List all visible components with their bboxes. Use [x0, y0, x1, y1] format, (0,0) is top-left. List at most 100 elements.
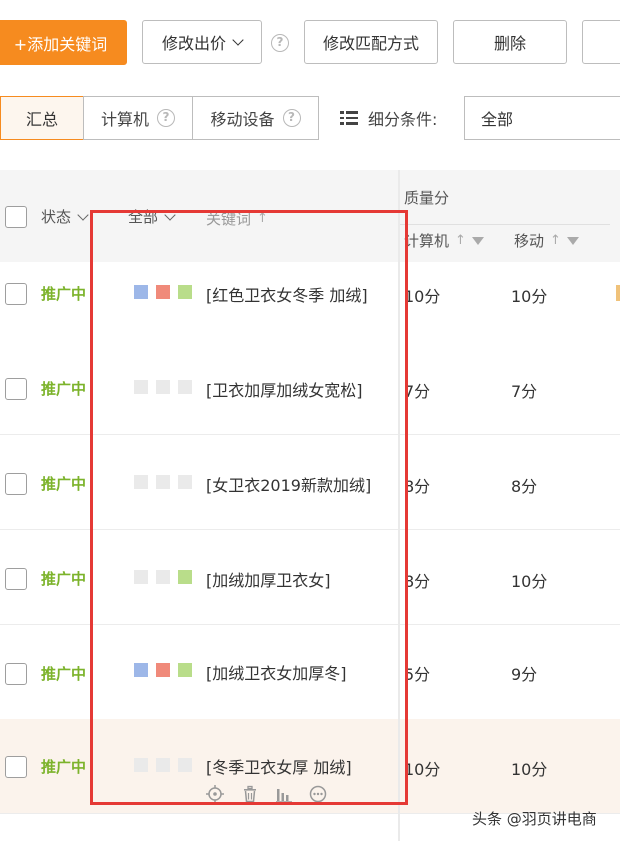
mobile-indicator-dot — [156, 663, 170, 677]
chevron-down-icon — [164, 208, 176, 221]
modify-match-label: 修改匹配方式 — [322, 34, 419, 53]
mobile-indicator-dot — [156, 475, 170, 489]
target-icon[interactable] — [206, 785, 224, 807]
keyword-text[interactable]: [女卫衣2019新款加绒] — [206, 472, 371, 496]
filter-funnel-icon[interactable] — [471, 236, 484, 245]
help-icon[interactable]: ? — [282, 109, 301, 127]
add-keyword-label: +添加关键词 — [13, 34, 108, 54]
match-indicator-dot — [178, 380, 192, 394]
mobile-quality-score: 7分 — [511, 382, 538, 401]
keyword-text[interactable]: [加绒加厚卫衣女] — [206, 567, 331, 591]
add-keyword-button[interactable]: +添加关键词 — [0, 20, 127, 65]
help-icon[interactable]: ? — [157, 109, 175, 127]
mobile-indicator-dot — [156, 758, 170, 772]
filter-label-text: 细分条件: — [368, 110, 438, 129]
tab-mobile-label: 移动设备 — [210, 110, 275, 129]
pc-quality-score: 8分 — [404, 572, 431, 591]
pc-quality-score: 7分 — [404, 382, 431, 401]
keyword-text[interactable]: [冬季卫衣女厚 加绒] — [206, 754, 352, 778]
tab-summary[interactable]: 汇总 — [0, 96, 84, 140]
more-icon[interactable] — [309, 785, 327, 807]
row-checkbox[interactable] — [5, 756, 27, 778]
all-filter-label: 全部 — [128, 208, 159, 226]
match-indicator-dot — [178, 663, 192, 677]
quality-header-label: 质量分 — [404, 189, 450, 207]
delete-label: 删除 — [493, 34, 526, 53]
mobile-quality-header[interactable]: 移动 ↑ — [514, 230, 579, 251]
quality-header-divider — [400, 224, 610, 225]
mobile-indicator-dot — [156, 285, 170, 299]
filter-select-value: 全部 — [481, 110, 514, 129]
modify-bid-button[interactable]: 修改出价 — [142, 20, 262, 64]
match-indicator-dot — [178, 475, 192, 489]
help-icon[interactable]: ? — [271, 34, 289, 52]
select-all-checkbox[interactable] — [5, 206, 27, 228]
status-badge: 推广中 — [41, 380, 87, 398]
match-indicator-dot — [178, 285, 192, 299]
status-badge: 推广中 — [41, 570, 87, 588]
status-header-label: 状态 — [41, 208, 72, 226]
mobile-quality-label: 移动 — [514, 232, 545, 250]
watermark: 头条 @羽页讲电商 — [472, 810, 597, 828]
pc-indicator-dot — [134, 663, 148, 677]
row-checkbox[interactable] — [5, 283, 27, 305]
filter-select[interactable]: 全部 — [464, 96, 620, 140]
tab-summary-label: 汇总 — [25, 110, 58, 129]
pc-quality-score: 10分 — [404, 287, 441, 306]
keyword-header-label: 关键词 — [206, 210, 252, 228]
sort-up-icon[interactable]: ↑ — [257, 211, 268, 226]
mobile-quality-score: 10分 — [511, 760, 548, 779]
delete-button[interactable]: 删除 — [453, 20, 567, 64]
row-edge-marker — [616, 285, 620, 301]
pc-quality-score: 5分 — [404, 665, 431, 684]
table-row[interactable]: 推广中 [加绒加厚卫衣女] 8分 10分 — [0, 530, 620, 625]
trash-icon[interactable] — [241, 785, 259, 807]
mobile-quality-score: 10分 — [511, 287, 548, 306]
status-badge: 推广中 — [41, 475, 87, 493]
keyword-text[interactable]: [卫衣加厚加绒女宽松] — [206, 377, 363, 401]
status-badge: 推广中 — [41, 665, 87, 683]
match-indicator-dot — [178, 758, 192, 772]
more-button[interactable] — [582, 20, 620, 64]
chevron-down-icon — [77, 208, 89, 221]
sort-up-icon[interactable]: ↑ — [455, 233, 466, 248]
all-filter-header[interactable]: 全部 — [128, 206, 176, 227]
pc-indicator-dot — [134, 380, 148, 394]
computer-quality-label: 计算机 — [404, 232, 450, 250]
bar-chart-icon[interactable] — [275, 785, 293, 807]
row-checkbox[interactable] — [5, 473, 27, 495]
computer-quality-header[interactable]: 计算机 ↑ — [404, 230, 484, 251]
table-row[interactable]: 推广中 [加绒卫衣女加厚冬] 5分 9分 — [0, 625, 620, 720]
row-checkbox[interactable] — [5, 568, 27, 590]
keyword-text[interactable]: [加绒卫衣女加厚冬] — [206, 660, 347, 684]
pc-quality-score: 8分 — [404, 477, 431, 496]
pc-indicator-dot — [134, 570, 148, 584]
pc-indicator-dot — [134, 475, 148, 489]
keyword-header[interactable]: 关键词 ↑ — [206, 208, 268, 229]
sort-up-icon[interactable]: ↑ — [550, 233, 561, 248]
status-header[interactable]: 状态 — [41, 206, 89, 227]
keyword-text[interactable]: [红色卫衣女冬季 加绒] — [206, 282, 368, 306]
modify-bid-label: 修改出价 — [161, 34, 226, 53]
row-checkbox[interactable] — [5, 663, 27, 685]
table-row[interactable]: 推广中 [女卫衣2019新款加绒] 8分 8分 — [0, 435, 620, 530]
status-badge: 推广中 — [41, 758, 87, 776]
column-divider — [398, 170, 400, 841]
filter-label: 细分条件: — [340, 106, 437, 130]
tab-computer[interactable]: 计算机 ? — [83, 96, 193, 140]
mobile-quality-score: 9分 — [511, 665, 538, 684]
row-checkbox[interactable] — [5, 378, 27, 400]
modify-match-button[interactable]: 修改匹配方式 — [304, 20, 438, 64]
filter-funnel-icon[interactable] — [566, 236, 579, 245]
pc-indicator-dot — [134, 285, 148, 299]
pc-quality-score: 10分 — [404, 760, 441, 779]
mobile-quality-score: 10分 — [511, 572, 548, 591]
pc-indicator-dot — [134, 758, 148, 772]
mobile-quality-score: 8分 — [511, 477, 538, 496]
table-row[interactable]: 推广中 [卫衣加厚加绒女宽松] 7分 7分 — [0, 340, 620, 435]
quality-header: 质量分 — [404, 187, 449, 208]
tab-computer-label: 计算机 — [100, 110, 149, 129]
list-icon — [340, 111, 358, 125]
mobile-indicator-dot — [156, 380, 170, 394]
tab-mobile[interactable]: 移动设备 ? — [192, 96, 319, 140]
